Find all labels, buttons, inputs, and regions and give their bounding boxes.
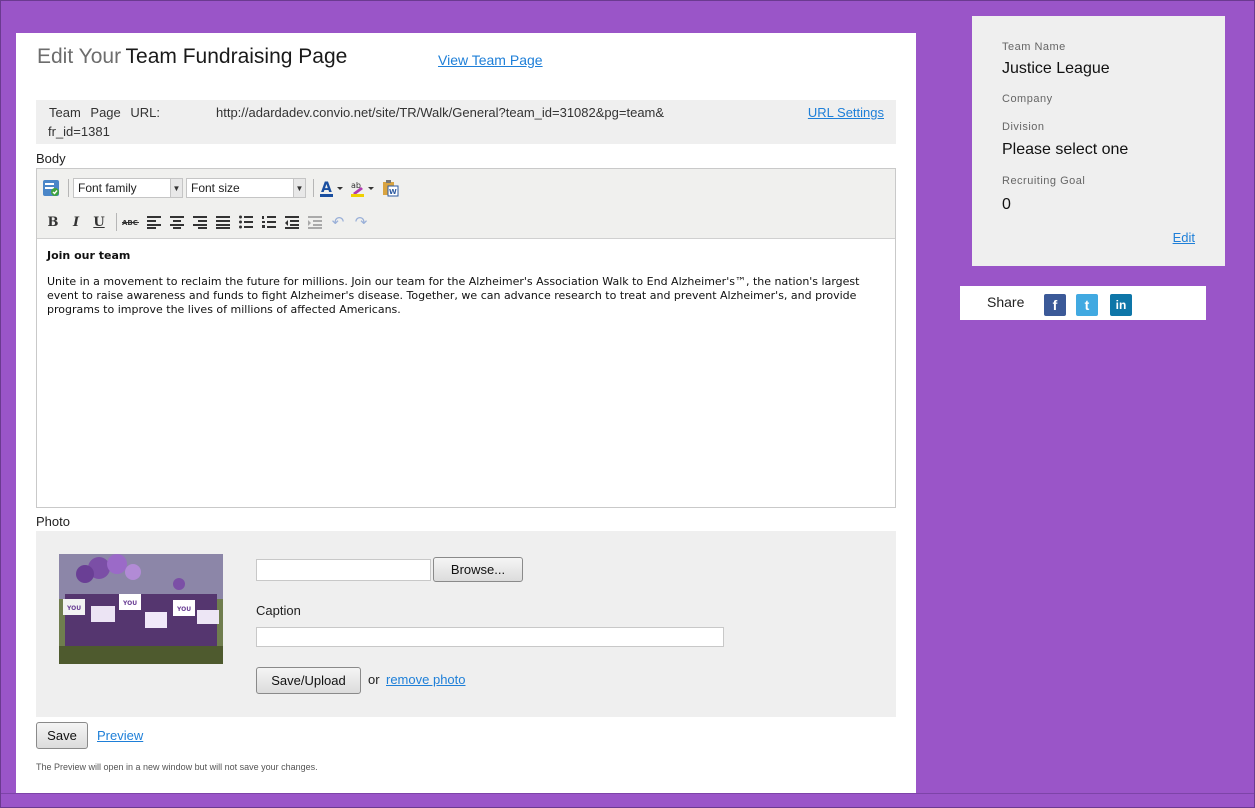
indent-icon[interactable] bbox=[305, 212, 325, 232]
edit-team-info-link[interactable]: Edit bbox=[1173, 230, 1195, 245]
twitter-icon[interactable]: t bbox=[1076, 294, 1098, 316]
or-text: or bbox=[368, 672, 380, 687]
url-settings-link[interactable]: URL Settings bbox=[808, 105, 884, 120]
font-size-select[interactable]: Font size ▼ bbox=[186, 178, 306, 198]
team-name-label: Team Name bbox=[1002, 41, 1066, 53]
italic-icon[interactable]: I bbox=[66, 212, 86, 232]
font-family-select[interactable]: Font family ▼ bbox=[73, 178, 183, 198]
url-value: http://adardadev.convio.net/site/TR/Walk… bbox=[216, 105, 665, 120]
team-name-value: Justice League bbox=[1002, 60, 1110, 77]
url-value-continued: fr_id=1381 bbox=[48, 124, 110, 139]
chevron-down-icon: ▼ bbox=[170, 179, 182, 197]
remove-photo-link[interactable]: remove photo bbox=[386, 672, 466, 687]
footer-band bbox=[0, 793, 1255, 808]
caption-label: Caption bbox=[256, 603, 301, 618]
team-url-box: Team Page URL: http://adardadev.convio.n… bbox=[36, 100, 896, 144]
editor-content[interactable]: Join our team Unite in a movement to rec… bbox=[37, 239, 895, 327]
redo-icon[interactable]: ↷ bbox=[351, 212, 371, 232]
spellcheck-icon[interactable] bbox=[41, 178, 61, 198]
company-label: Company bbox=[1002, 93, 1053, 105]
rich-text-editor: Font family ▼ Font size ▼ A ab W B I U ↶… bbox=[36, 168, 896, 508]
title-prefix: Edit Your bbox=[37, 45, 122, 68]
justify-icon[interactable] bbox=[213, 212, 233, 232]
photo-section: YOU YOU YOU Browse... Caption Save/Uploa… bbox=[36, 531, 896, 717]
photo-label: Photo bbox=[36, 514, 70, 529]
svg-text:YOU: YOU bbox=[176, 606, 191, 613]
toolbar-separator bbox=[68, 179, 69, 197]
svg-text:W: W bbox=[389, 188, 397, 196]
division-value: Please select one bbox=[1002, 141, 1129, 158]
preview-note: The Preview will open in a new window bu… bbox=[36, 762, 318, 772]
toolbar-separator bbox=[116, 213, 117, 231]
caption-input[interactable] bbox=[256, 627, 724, 647]
bullet-list-icon[interactable] bbox=[236, 212, 256, 232]
paste-word-icon[interactable]: W bbox=[380, 178, 400, 198]
recruiting-goal-value: 0 bbox=[1002, 196, 1011, 213]
share-label: Share bbox=[987, 294, 1025, 310]
division-label: Division bbox=[1002, 121, 1045, 133]
svg-text:YOU: YOU bbox=[66, 605, 81, 612]
align-center-icon[interactable] bbox=[167, 212, 187, 232]
underline-icon[interactable]: U bbox=[89, 212, 109, 232]
font-family-value: Font family bbox=[78, 181, 137, 195]
svg-text:YOU: YOU bbox=[122, 600, 137, 607]
align-left-icon[interactable] bbox=[144, 212, 164, 232]
toolbar-separator bbox=[313, 179, 314, 197]
align-right-icon[interactable] bbox=[190, 212, 210, 232]
view-team-page-link[interactable]: View Team Page bbox=[438, 52, 543, 68]
editor-toolbar: Font family ▼ Font size ▼ A ab W B I U ↶… bbox=[37, 169, 895, 239]
team-photo: YOU YOU YOU bbox=[59, 554, 223, 664]
main-panel: Edit Your Team Fundraising Page View Tea… bbox=[16, 33, 916, 793]
svg-text:A: A bbox=[321, 180, 332, 196]
strikethrough-icon[interactable]: ABC bbox=[121, 212, 141, 232]
save-upload-button[interactable]: Save/Upload bbox=[256, 667, 361, 694]
highlight-icon[interactable]: ab bbox=[349, 178, 377, 198]
url-label: Team Page URL: bbox=[49, 105, 160, 120]
content-paragraph: Unite in a movement to reclaim the futur… bbox=[47, 275, 860, 316]
recruiting-goal-label: Recruiting Goal bbox=[1002, 175, 1086, 187]
undo-icon[interactable]: ↶ bbox=[328, 212, 348, 232]
outdent-icon[interactable] bbox=[282, 212, 302, 232]
preview-link[interactable]: Preview bbox=[97, 728, 143, 743]
text-color-icon[interactable]: A bbox=[318, 178, 346, 198]
content-heading: Join our team bbox=[47, 249, 131, 262]
share-bar: Share f t in bbox=[960, 286, 1206, 320]
chevron-down-icon: ▼ bbox=[293, 179, 305, 197]
save-button[interactable]: Save bbox=[36, 722, 88, 749]
font-size-value: Font size bbox=[191, 181, 240, 195]
team-info-panel: Team Name Justice League Company Divisio… bbox=[972, 16, 1225, 266]
title-main: Team Fundraising Page bbox=[125, 45, 348, 68]
browse-button[interactable]: Browse... bbox=[433, 557, 523, 582]
photo-file-input[interactable] bbox=[256, 559, 431, 581]
facebook-icon[interactable]: f bbox=[1044, 294, 1066, 316]
numbered-list-icon[interactable] bbox=[259, 212, 279, 232]
bold-icon[interactable]: B bbox=[43, 212, 63, 232]
page-title: Edit Your Team Fundraising Page bbox=[37, 45, 347, 69]
linkedin-icon[interactable]: in bbox=[1110, 294, 1132, 316]
body-label: Body bbox=[36, 151, 66, 166]
